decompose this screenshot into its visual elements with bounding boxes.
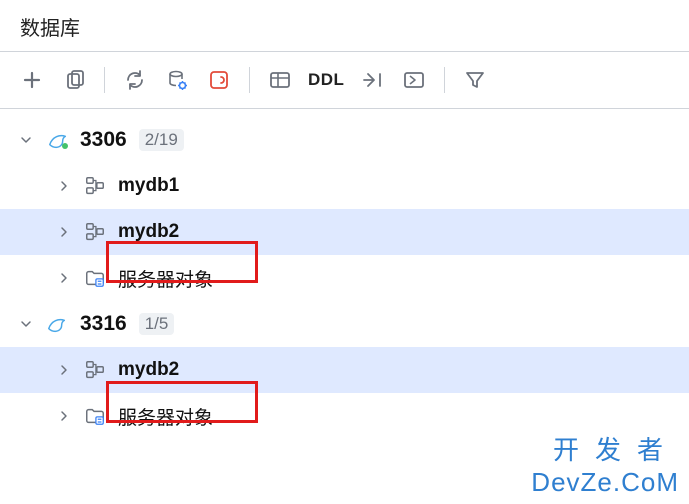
chevron-down-icon[interactable]	[18, 132, 34, 148]
refresh-button[interactable]	[121, 66, 149, 94]
filter-button[interactable]	[461, 66, 489, 94]
datasource-properties-button[interactable]	[163, 66, 191, 94]
chevron-right-icon[interactable]	[56, 270, 72, 286]
connection-node[interactable]: 3306 2/19	[0, 117, 689, 163]
table-view-button[interactable]	[266, 66, 294, 94]
disconnect-button[interactable]	[205, 66, 233, 94]
jump-to-query-button[interactable]	[358, 66, 386, 94]
schema-node[interactable]: mydb2	[0, 209, 689, 255]
schema-node[interactable]: mydb1	[0, 163, 689, 209]
server-objects-label: 服务器对象	[118, 403, 213, 430]
schema-icon	[82, 175, 108, 197]
server-objects-node[interactable]: 服务器对象	[0, 255, 689, 301]
schema-count-badge: 2/19	[139, 129, 184, 151]
chevron-right-icon[interactable]	[56, 408, 72, 424]
watermark-line1: 开发者	[531, 430, 679, 467]
schema-label: mydb2	[118, 359, 179, 381]
schema-label: mydb2	[118, 221, 179, 243]
schema-node[interactable]: mydb2	[0, 347, 689, 393]
toolbar-separator	[249, 67, 250, 93]
toolbar: DDL	[0, 52, 689, 108]
database-tree[interactable]: 3306 2/19 mydb1 mydb2 服务器对象 3316 1/5	[0, 109, 689, 439]
mysql-icon	[44, 129, 70, 151]
watermark-line2: DevZe.CoM	[531, 467, 679, 498]
schema-icon	[82, 359, 108, 381]
toolbar-separator	[444, 67, 445, 93]
folder-icon	[82, 405, 108, 427]
database-tool-window: 数据库 DDL 3306 2/19 mydb1	[0, 0, 689, 439]
toolbar-separator	[104, 67, 105, 93]
chevron-right-icon[interactable]	[56, 178, 72, 194]
query-console-button[interactable]	[400, 66, 428, 94]
panel-title: 数据库	[0, 0, 689, 51]
chevron-right-icon[interactable]	[56, 224, 72, 240]
connection-name: 3306	[80, 128, 127, 152]
connection-name: 3316	[80, 312, 127, 336]
watermark: 开发者 DevZe.CoM	[531, 430, 679, 498]
chevron-right-icon[interactable]	[56, 362, 72, 378]
connection-node[interactable]: 3316 1/5	[0, 301, 689, 347]
server-objects-label: 服务器对象	[118, 265, 213, 292]
schema-label: mydb1	[118, 175, 179, 197]
schema-count-badge: 1/5	[139, 313, 175, 335]
new-button[interactable]	[18, 66, 46, 94]
folder-icon	[82, 267, 108, 289]
ddl-button[interactable]: DDL	[308, 70, 344, 90]
mysql-icon	[44, 313, 70, 335]
chevron-down-icon[interactable]	[18, 316, 34, 332]
duplicate-button[interactable]	[60, 66, 88, 94]
schema-icon	[82, 221, 108, 243]
